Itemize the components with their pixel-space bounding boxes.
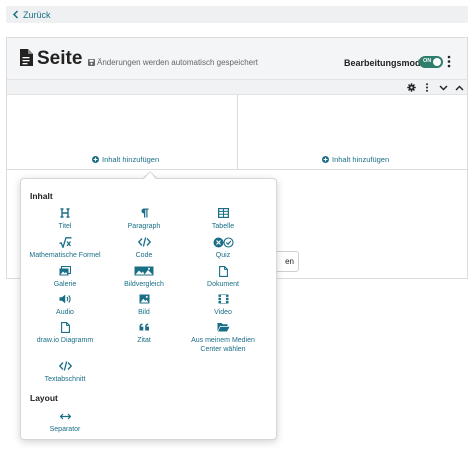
add-content-menu: Inhalt Titel Paragraph Tabelle Mathemati… xyxy=(20,178,277,440)
toggle-text: ON xyxy=(423,58,432,64)
section-heading-content: Inhalt xyxy=(30,191,53,201)
row-divider xyxy=(7,169,467,170)
add-content-label: Inhalt hinzufügen xyxy=(102,155,160,164)
edit-mode-label: Bearbeitungsmodus xyxy=(344,58,432,68)
quiz-icon xyxy=(213,236,234,248)
more-options-icon xyxy=(426,83,428,92)
plus-circle-icon xyxy=(322,156,329,163)
menu-item-quiz[interactable]: Quiz xyxy=(183,236,263,260)
chevron-up-icon xyxy=(455,85,463,90)
video-icon xyxy=(218,293,229,305)
gear-icon xyxy=(406,83,416,92)
image-compare-icon xyxy=(134,265,154,277)
menu-item-image-compare[interactable]: Bildvergleich xyxy=(104,265,184,289)
back-label: Zurück xyxy=(23,9,51,20)
menu-item-audio[interactable]: Audio xyxy=(25,293,105,317)
menu-item-image[interactable]: Bild xyxy=(104,293,184,317)
code-icon xyxy=(137,236,151,248)
image-icon xyxy=(139,293,150,305)
section-heading-layout: Layout xyxy=(30,393,58,403)
chevron-left-icon xyxy=(12,10,19,19)
gallery-icon xyxy=(59,265,71,277)
menu-item-drawio[interactable]: draw.io Diagramm xyxy=(25,321,105,345)
menu-item-code[interactable]: Code xyxy=(104,236,184,260)
section-toolbar xyxy=(7,80,467,95)
chevron-down-icon xyxy=(439,85,447,90)
folder-open-icon xyxy=(217,321,230,333)
menu-item-document[interactable]: Dokument xyxy=(183,265,263,289)
menu-item-text-section[interactable]: Textabschnitt xyxy=(25,360,105,384)
menu-item-quote[interactable]: Zitat xyxy=(104,321,184,345)
quote-icon xyxy=(138,321,150,333)
menu-item-formula[interactable]: Mathematische Formel xyxy=(25,236,105,260)
back-link[interactable]: Zurück xyxy=(6,6,468,23)
add-content-left[interactable]: Inhalt hinzufügen xyxy=(92,155,159,164)
add-content-label: Inhalt hinzufügen xyxy=(332,155,390,164)
document-icon xyxy=(218,265,228,277)
menu-item-title[interactable]: Titel xyxy=(25,207,105,231)
menu-item-table[interactable]: Tabelle xyxy=(183,207,263,231)
heading-icon xyxy=(60,207,70,219)
menu-item-gallery[interactable]: Galerie xyxy=(25,265,105,289)
menu-item-separator[interactable]: Separator xyxy=(25,410,105,434)
settings-button[interactable] xyxy=(404,81,418,94)
audio-icon xyxy=(59,293,72,305)
plus-circle-icon xyxy=(92,156,99,163)
separator-icon xyxy=(59,410,71,422)
diagram-icon xyxy=(60,321,70,333)
add-content-right[interactable]: Inhalt hinzufügen xyxy=(322,155,389,164)
menu-item-media-center[interactable]: Aus meinem Medien Center wählen xyxy=(183,321,263,354)
column-divider xyxy=(237,95,238,169)
paragraph-icon xyxy=(140,207,149,219)
more-options-icon[interactable] xyxy=(446,55,452,68)
save-icon xyxy=(88,59,95,66)
code-icon xyxy=(58,360,72,372)
section-more-button[interactable] xyxy=(420,81,434,94)
toggle-knob xyxy=(433,58,441,66)
table-icon xyxy=(217,207,229,219)
page-title: Seite xyxy=(37,48,83,69)
document-icon xyxy=(20,49,33,66)
formula-icon xyxy=(58,236,72,248)
move-up-button[interactable] xyxy=(452,81,466,94)
edit-mode-toggle[interactable]: ON xyxy=(419,56,443,68)
autosave-note: Änderungen werden automatisch gespeicher… xyxy=(97,58,258,67)
move-down-button[interactable] xyxy=(436,81,450,94)
page-header: Seite Änderungen werden automatisch gesp… xyxy=(7,38,467,80)
menu-item-video[interactable]: Video xyxy=(183,293,263,317)
popover-caret-fill xyxy=(144,172,156,179)
menu-item-paragraph[interactable]: Paragraph xyxy=(104,207,184,231)
